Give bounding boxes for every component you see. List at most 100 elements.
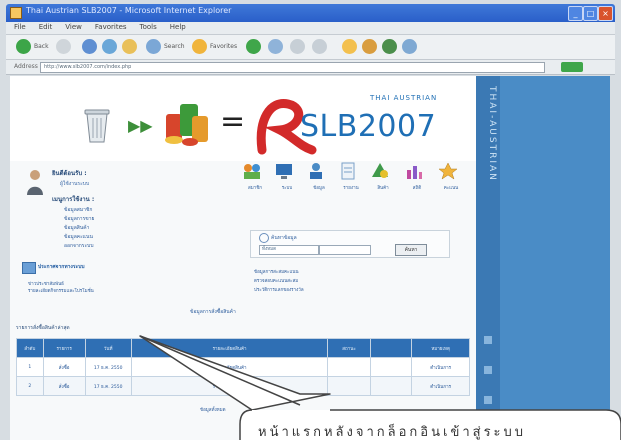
discuss-icon[interactable] <box>402 39 417 54</box>
folder-icon[interactable] <box>342 39 357 54</box>
screenshot-frame: Thai Austrian SLB2007 - Microsoft Intern… <box>0 0 621 440</box>
orders-table: ลำดับ รายการ วันที่ รายละเอียดสินค้า สถา… <box>16 338 470 396</box>
table-cell <box>369 357 413 377</box>
search-button[interactable]: ค้นหา <box>395 244 427 256</box>
sidebar-square-icon <box>484 336 492 344</box>
mail-icon[interactable] <box>290 39 305 54</box>
refresh-icon[interactable] <box>102 39 117 54</box>
feature-label: ข้อมูล <box>313 186 325 191</box>
feature-label: คะแนน <box>443 186 459 191</box>
feature-data[interactable]: ข้อมูล <box>306 162 332 192</box>
menu-file[interactable]: File <box>14 23 26 31</box>
sidebar-rail: THAI-AUSTRIAN <box>476 76 500 440</box>
right-sidebar: THAI-AUSTRIAN <box>476 76 610 440</box>
menu-favorites[interactable]: Favorites <box>95 23 127 31</box>
section-caption: ข้อมูลการสั่งซื้อสินค้า <box>190 309 236 315</box>
table-cell: สั่งซื้อ <box>42 376 86 396</box>
search-icon[interactable] <box>146 39 161 54</box>
menu-title: เมนูการใช้งาน : <box>52 196 95 203</box>
menu-view[interactable]: View <box>65 23 82 31</box>
search-icon <box>259 233 269 243</box>
back-label: Back <box>34 43 49 50</box>
table-header: ลำดับ <box>16 338 44 358</box>
favorites-label: Favorites <box>210 43 238 50</box>
media-icon[interactable] <box>246 39 261 54</box>
table-cell: สั่งซื้อ <box>42 357 86 377</box>
quick-links: ข้อมูลการสะสมคะแนน ตรวจสอบคะแนนสะสม ประว… <box>254 268 454 295</box>
table-header: วันที่ <box>84 338 132 358</box>
table-cell: 17 ธ.ค. 2550 <box>84 376 132 396</box>
address-label: Address <box>14 63 38 70</box>
user-name: ผู้ใช้งานระบบ <box>60 181 90 187</box>
close-button[interactable]: × <box>598 6 613 21</box>
search-title: ค้นหาข้อมูล <box>271 235 297 241</box>
monitor-icon <box>276 164 292 179</box>
feature-label: ระบบ <box>281 186 293 191</box>
history-icon[interactable] <box>268 39 283 54</box>
table-header-row: ลำดับ รายการ วันที่ รายละเอียดสินค้า สถา… <box>16 338 470 358</box>
trash-bin-icon <box>84 109 110 143</box>
feature-icon-row: สมาชิก ระบบ ข้อมูล รายงาน สินค้า สถิติ ค… <box>242 162 468 212</box>
table-row[interactable]: 2 สั่งซื้อ 17 ธ.ค. 2550 รายละเอียดสินค้า… <box>16 376 470 396</box>
menu-help[interactable]: Help <box>170 23 186 31</box>
star-icon <box>438 162 458 180</box>
print-icon[interactable] <box>312 39 327 54</box>
back-icon[interactable] <box>16 39 31 54</box>
quick-link[interactable]: ประวัติการแลกของรางวัล <box>254 286 454 293</box>
user-menu-item[interactable]: ข้อมูลคะแนน <box>64 233 232 241</box>
favorites-icon[interactable] <box>192 39 207 54</box>
logo-text: SLB2007 <box>300 109 437 144</box>
feature-label: สมาชิก <box>247 186 263 191</box>
feature-members[interactable]: สมาชิก <box>242 162 268 192</box>
messenger-icon[interactable] <box>362 39 377 54</box>
members-icon <box>244 164 260 179</box>
arrow-right-icon: ▶▶ <box>128 116 153 135</box>
table-cell[interactable]: รายละเอียดสินค้า <box>130 357 329 377</box>
sidebar-square-icon <box>484 396 492 404</box>
forward-icon[interactable] <box>56 39 71 54</box>
shapes-icon <box>372 163 388 178</box>
quick-link[interactable]: ข้อมูลการสะสมคะแนน <box>254 268 454 275</box>
feature-report[interactable]: รายงาน <box>338 162 364 192</box>
table-cell[interactable]: ดำเนินการ <box>411 376 470 396</box>
address-input[interactable]: http://www.slb2007.com/index.php <box>40 62 545 73</box>
user-menu-item[interactable]: ข้อมูลการขาย <box>64 215 232 223</box>
table-cell: 2 <box>16 376 44 396</box>
table-header: หมายเหตุ <box>411 338 470 358</box>
quick-link[interactable]: ตรวจสอบคะแนนสะสม <box>254 277 454 284</box>
table-cell[interactable]: ดำเนินการ <box>411 357 470 377</box>
feature-products[interactable]: สินค้า <box>370 162 396 192</box>
bottom-note: ข้อมูลทั้งหมด <box>200 408 226 413</box>
user-menu-item[interactable]: ข้อมูลสมาชิก <box>64 206 232 214</box>
table-cell[interactable]: รายละเอียดสินค้า <box>130 376 329 396</box>
menu-tools[interactable]: Tools <box>140 23 157 31</box>
user-menu-item[interactable]: ข้อมูลสินค้า <box>64 224 232 232</box>
notice-link[interactable]: รายละเอียดกิจกรรมและโปรโมชั่น <box>28 287 94 294</box>
table-header: รายการ <box>42 338 86 358</box>
search-input[interactable] <box>319 245 371 255</box>
home-icon[interactable] <box>122 39 137 54</box>
table-header <box>369 338 413 358</box>
maximize-button[interactable]: □ <box>583 6 598 21</box>
menu-edit[interactable]: Edit <box>39 23 53 31</box>
table-header: สถานะ <box>327 338 371 358</box>
search-category-select[interactable]: ทั้งหมด <box>259 245 319 255</box>
people-icon <box>310 163 322 179</box>
table-cell <box>327 357 371 377</box>
tools-icon[interactable] <box>382 39 397 54</box>
sidebar-rail-text: THAI-AUSTRIAN <box>487 86 497 182</box>
equals-sign: = <box>220 104 246 139</box>
cans-icon <box>165 104 208 146</box>
feature-system[interactable]: ระบบ <box>274 162 300 192</box>
feature-stats[interactable]: สถิติ <box>404 162 430 192</box>
stop-icon[interactable] <box>82 39 97 54</box>
chart-icon <box>407 166 422 179</box>
user-menu-item[interactable]: ออกจากระบบ <box>64 242 232 250</box>
go-button[interactable] <box>561 62 583 72</box>
table-row[interactable]: 1 สั่งซื้อ 17 ธ.ค. 2550 รายละเอียดสินค้า… <box>16 357 470 377</box>
notice-title[interactable]: ประกาศจากทางระบบ <box>38 263 85 271</box>
notice-link[interactable]: ข่าวประชาสัมพันธ์ <box>28 280 64 287</box>
document-icon <box>341 162 355 180</box>
feature-points[interactable]: คะแนน <box>438 162 464 192</box>
minimize-button[interactable]: _ <box>568 6 583 21</box>
